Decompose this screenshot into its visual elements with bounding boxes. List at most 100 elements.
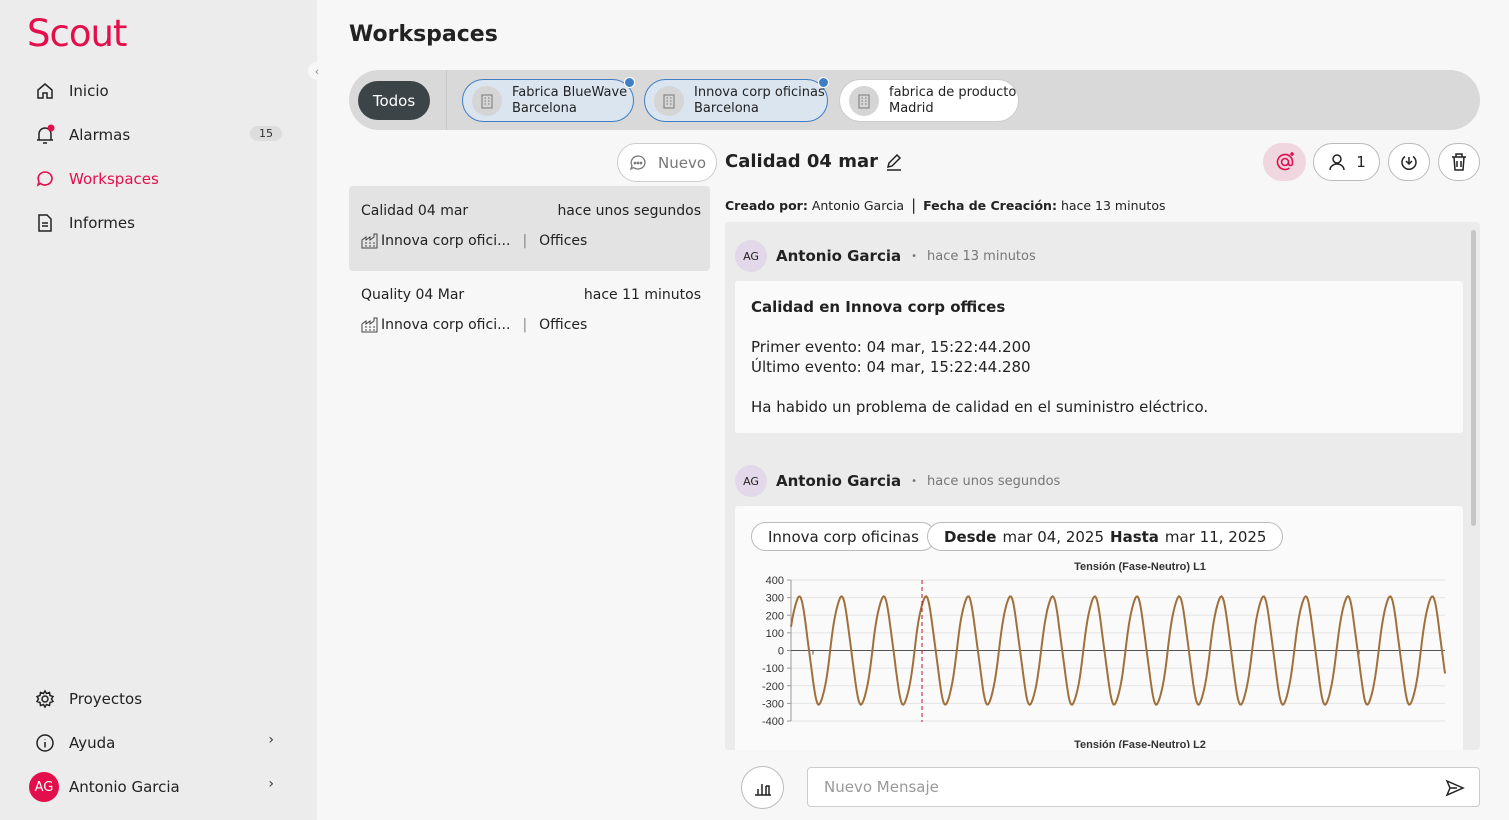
- location-pill[interactable]: Innova corp oficinas: [751, 522, 936, 551]
- message-time: hace 13 minutos: [927, 248, 1036, 264]
- filter-chip-fabrica-bluewave[interactable]: Fabrica BlueWave Barcelona: [462, 77, 635, 122]
- y-tick-label: 0: [778, 646, 784, 658]
- chip-title: Fabrica BlueWave: [512, 84, 628, 100]
- chevron-right-icon: ›: [268, 776, 274, 792]
- message-header: AG Antonio Garcia • hace unos segundos: [735, 465, 1060, 497]
- divider: [446, 70, 447, 130]
- app-logo[interactable]: Scout: [27, 12, 127, 55]
- page-title: Workspaces: [349, 22, 498, 47]
- chip-subtitle: Barcelona: [512, 100, 577, 116]
- y-tick-label: 200: [766, 610, 784, 622]
- message-line: Ha habido un problema de calidad en el s…: [751, 398, 1209, 416]
- chevron-right-icon: ›: [268, 732, 274, 748]
- home-icon: [34, 80, 56, 102]
- chart-title: Tensión (Fase-Neutro) L1: [1074, 561, 1206, 573]
- sidebar-item-alarmas[interactable]: Alarmas 15: [34, 123, 284, 147]
- conversation-item[interactable]: Quality 04 Mar hace 11 minutos Innova co…: [349, 270, 710, 355]
- location-category: Offices: [539, 317, 588, 333]
- avatar: AG: [735, 465, 767, 497]
- separator: |: [522, 317, 528, 333]
- created-date-label: Fecha de Creación:: [923, 198, 1057, 213]
- info-icon: [34, 732, 56, 754]
- created-date-value: hace 13 minutos: [1060, 198, 1166, 213]
- y-tick-label: -400: [762, 716, 784, 728]
- conversation-time: hace 11 minutos: [583, 287, 701, 303]
- voltage-chart[interactable]: Tensión (Fase-Neutro) L1 400 300 200 100 0 -10…: [735, 558, 1463, 748]
- separator: |: [911, 196, 917, 214]
- created-by-value: Antonio Garcia: [811, 198, 905, 213]
- created-by-label: Creado por:: [725, 198, 808, 213]
- chart-title-l2: Tensión (Fase-Neutro) L2: [1074, 739, 1206, 748]
- selected-indicator: [818, 77, 829, 88]
- chip-title: Innova corp oficinas: [694, 84, 825, 100]
- message-composer: [807, 767, 1480, 807]
- sidebar-item-ayuda[interactable]: Ayuda ›: [34, 731, 284, 755]
- participants-button[interactable]: 1: [1313, 143, 1380, 181]
- separator-dot: •: [911, 250, 918, 262]
- y-tick-label: 100: [766, 628, 784, 640]
- avatar: AG: [29, 772, 59, 802]
- message-title: Calidad en Innova corp offices: [751, 298, 1006, 316]
- chip-subtitle: Barcelona: [694, 100, 759, 116]
- sidebar-item-user[interactable]: AG Antonio Garcia ›: [29, 772, 284, 802]
- sidebar-item-label: Proyectos: [69, 690, 143, 708]
- message-author: Antonio Garcia: [776, 247, 902, 265]
- building-icon: [472, 85, 502, 116]
- sidebar: Scout Inicio Alarmas 15 Workspaces Infor…: [0, 0, 317, 820]
- sidebar-item-proyectos[interactable]: Proyectos: [34, 687, 284, 711]
- filter-chip-innova-corp[interactable]: Innova corp oficinas Barcelona: [644, 77, 829, 122]
- selected-indicator: [624, 77, 635, 88]
- conversation-item[interactable]: Calidad 04 mar hace unos segundos Innova…: [349, 186, 710, 271]
- sidebar-item-informes[interactable]: Informes: [34, 211, 284, 235]
- factory-icon: [361, 317, 381, 333]
- message-input[interactable]: [824, 778, 1424, 796]
- sidebar-item-label: Informes: [69, 214, 135, 232]
- date-range-pill[interactable]: Desde mar 04, 2025 Hasta mar 11, 2025: [927, 522, 1284, 551]
- conversation-location: Innova corp ofici... | Offices: [361, 317, 587, 333]
- conversation-name: Calidad 04 mar: [361, 203, 469, 219]
- avatar: AG: [735, 240, 767, 272]
- conversation-time: hace unos segundos: [557, 203, 701, 219]
- feed-scrollbar[interactable]: [1471, 230, 1476, 526]
- range-to-value: mar 11, 2025: [1164, 527, 1267, 546]
- bell-icon: [34, 124, 56, 146]
- location-category: Offices: [539, 233, 588, 249]
- user-icon: [1327, 152, 1347, 172]
- range-from-label: Desde: [944, 527, 997, 546]
- location-pill-label: Innova corp oficinas: [768, 527, 919, 546]
- edit-pencil-icon[interactable]: [878, 152, 904, 172]
- conversation-name: Quality 04 Mar: [361, 287, 465, 303]
- message-header: AG Antonio Garcia • hace 13 minutos: [735, 240, 1036, 272]
- send-icon[interactable]: [1445, 778, 1465, 798]
- building-icon: [849, 85, 879, 116]
- sidebar-item-label: Workspaces: [69, 170, 159, 188]
- collapse-sidebar-button[interactable]: ‹: [308, 62, 326, 80]
- export-button[interactable]: [1388, 143, 1430, 181]
- document-icon: [34, 212, 56, 234]
- workspace-title: Calidad 04 mar: [725, 151, 904, 172]
- sidebar-item-inicio[interactable]: Inicio: [34, 79, 284, 103]
- y-tick-label: 300: [766, 593, 784, 605]
- download-circle-icon: [1399, 152, 1419, 172]
- message-author: Antonio Garcia: [776, 472, 902, 490]
- user-name: Antonio Garcia: [69, 778, 180, 796]
- delete-button[interactable]: [1438, 143, 1480, 181]
- new-conversation-button[interactable]: Nuevo: [617, 143, 717, 182]
- sidebar-item-workspaces[interactable]: Workspaces: [34, 167, 284, 191]
- conversation-location: Innova corp ofici... | Offices: [361, 233, 587, 249]
- message-card: Calidad en Innova corp offices Primer ev…: [735, 281, 1463, 433]
- mention-button[interactable]: [1263, 143, 1306, 181]
- insert-chart-button[interactable]: [741, 766, 784, 809]
- sidebar-item-label: Alarmas: [69, 126, 131, 144]
- y-tick-label: -100: [762, 663, 784, 675]
- chip-title: fabrica de producto: [889, 84, 1017, 100]
- filter-all-button[interactable]: Todos: [358, 81, 430, 120]
- workspace-meta: Creado por: Antonio Garcia | Fecha de Cr…: [725, 196, 1166, 214]
- message-line: Último evento: 04 mar, 15:22:44.280: [751, 358, 1031, 376]
- filter-chip-fabrica-producto[interactable]: fabrica de producto Madrid: [839, 79, 1019, 122]
- participants-count: 1: [1356, 153, 1366, 171]
- workspace-filter-bar: Todos Fabrica BlueWave Barcelona Innova c…: [349, 70, 1480, 130]
- building-icon: [654, 85, 684, 116]
- location-name: Innova corp ofici...: [381, 317, 511, 333]
- message-feed[interactable]: AG Antonio Garcia • hace 13 minutos Cali…: [725, 222, 1480, 750]
